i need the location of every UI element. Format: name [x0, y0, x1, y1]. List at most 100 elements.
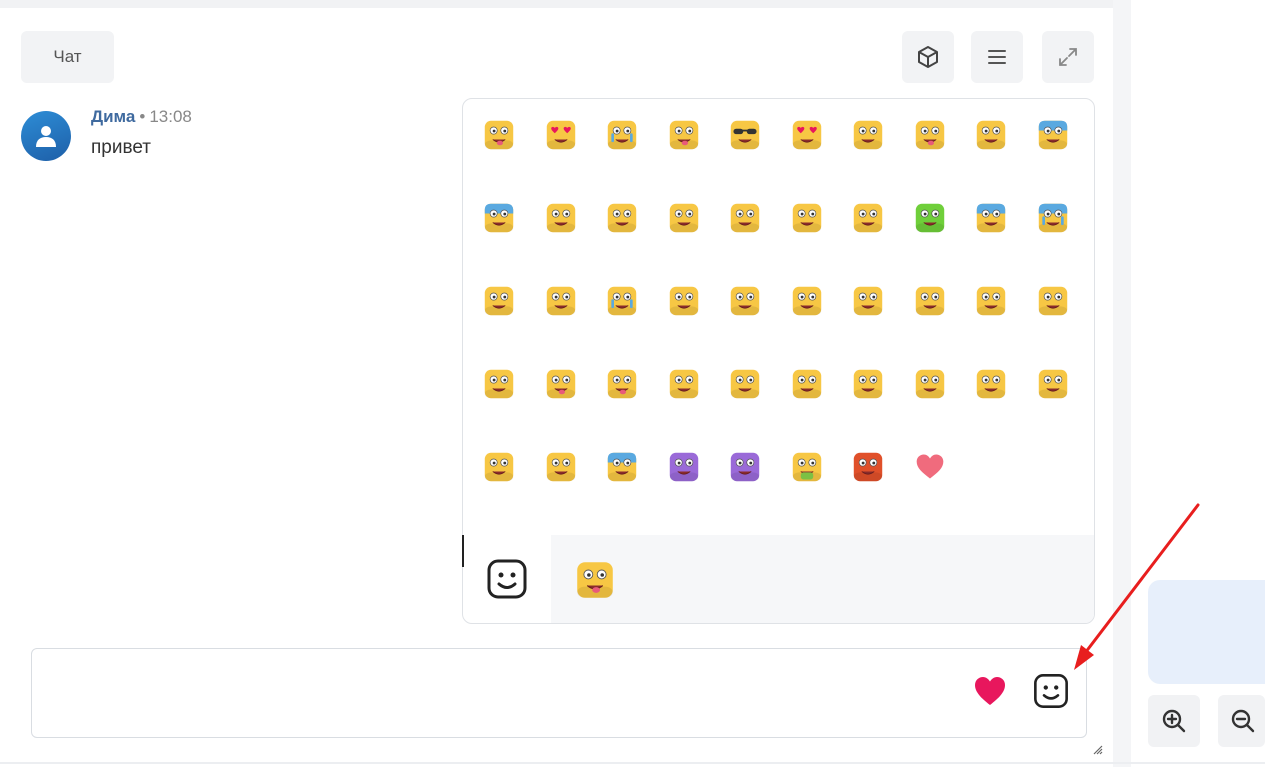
emoji-angry-squint[interactable]	[481, 449, 517, 485]
tears-of-joy-icon	[607, 286, 637, 316]
neutral-dots-icon	[976, 120, 1006, 150]
tongue-face-icon	[915, 120, 945, 150]
bruised-face-icon	[853, 203, 883, 233]
emoji-crying-face[interactable]	[1035, 200, 1071, 236]
emoji-purple-smile[interactable]	[727, 449, 763, 485]
gritted-face-icon	[730, 203, 760, 233]
emoji-sad-face[interactable]	[666, 366, 702, 402]
strained-face-icon	[546, 203, 576, 233]
emoji-heart-eyes-red[interactable]	[789, 117, 825, 153]
emoji-frowning-face[interactable]	[543, 449, 579, 485]
emoji-heart-eyes[interactable]	[543, 117, 579, 153]
zoom-out-button[interactable]	[1218, 695, 1265, 747]
dizzy-face-icon	[669, 203, 699, 233]
message-input[interactable]	[31, 648, 1087, 738]
frowning-face-icon	[546, 452, 576, 482]
emoji-nauseated-face[interactable]	[789, 449, 825, 485]
emoji-expressionless[interactable]	[481, 366, 517, 402]
nauseated-face-icon	[792, 452, 822, 482]
emoji-grinning-teeth[interactable]	[850, 117, 886, 153]
top-border	[0, 0, 1113, 8]
menu-button[interactable]	[971, 31, 1023, 83]
emoji-sleeping-face[interactable]	[1035, 366, 1071, 402]
emoji-dead-tongue[interactable]	[543, 366, 579, 402]
side-card[interactable]	[1148, 580, 1265, 684]
emoji-fearful-face[interactable]	[604, 449, 640, 485]
emoji-content-face[interactable]	[850, 283, 886, 319]
emoji-picker	[462, 98, 1095, 624]
emoji-neutral-dots[interactable]	[973, 117, 1009, 153]
emoji-surprised-face[interactable]	[543, 283, 579, 319]
emoji-blushing-smile[interactable]	[1035, 283, 1071, 319]
emoji-smirking-face[interactable]	[666, 283, 702, 319]
cube-button[interactable]	[902, 31, 954, 83]
emoji-sleepy-smirk[interactable]	[850, 366, 886, 402]
red-angry-icon	[853, 452, 883, 482]
winking-tongue-icon	[669, 120, 699, 150]
resize-grip-icon[interactable]	[1091, 743, 1103, 755]
emoji-kissing-heart[interactable]	[727, 283, 763, 319]
angry-squint-icon	[484, 452, 514, 482]
emoji-silly-face[interactable]	[481, 117, 517, 153]
avatar[interactable]	[21, 111, 71, 161]
content-face-icon	[853, 286, 883, 316]
recent-emoji-bar	[551, 535, 1094, 623]
emoji-grimacing-blue[interactable]	[481, 200, 517, 236]
zoom-in-button[interactable]	[1148, 695, 1200, 747]
expand-button[interactable]	[1042, 31, 1094, 83]
grinning-squint-icon	[915, 286, 945, 316]
winking-face-icon	[484, 286, 514, 316]
message-author[interactable]: Дима	[91, 107, 135, 126]
recent-emoji-icon	[577, 562, 613, 598]
chat-tab[interactable]: Чат	[21, 31, 114, 83]
surprised-face-icon	[546, 286, 576, 316]
crying-face-icon	[1038, 203, 1068, 233]
masked-face-icon	[792, 369, 822, 399]
heart-button[interactable]	[972, 673, 1008, 709]
sunglasses-icon	[730, 120, 760, 150]
sad-face-icon	[669, 369, 699, 399]
emoji-dizzy-face[interactable]	[666, 200, 702, 236]
fearful-face-icon	[607, 452, 637, 482]
emoji-sunglasses[interactable]	[727, 117, 763, 153]
confounded-face-icon	[730, 369, 760, 399]
emoji-bruised-face[interactable]	[850, 200, 886, 236]
bottom-border	[0, 762, 1265, 764]
smiley-category-icon	[487, 559, 527, 599]
shocked-face-icon	[1038, 120, 1068, 150]
emoji-masked-face[interactable]	[789, 366, 825, 402]
recent-emoji[interactable]	[575, 560, 615, 600]
laughing-face-icon	[792, 203, 822, 233]
emoji-amazed-face[interactable]	[973, 283, 1009, 319]
emoji-unamused-face[interactable]	[604, 200, 640, 236]
emoji-disappointed-face[interactable]	[912, 366, 948, 402]
emoji-confounded-face[interactable]	[727, 366, 763, 402]
smirking-face-icon	[669, 286, 699, 316]
emoji-gritted-face[interactable]	[727, 200, 763, 236]
emoji-heart[interactable]	[912, 449, 948, 485]
emoji-meh-face[interactable]	[973, 366, 1009, 402]
emoji-grinning-squint[interactable]	[912, 283, 948, 319]
emoji-category-button[interactable]	[463, 535, 551, 623]
emoji-button[interactable]	[1029, 669, 1073, 713]
chat-tab-label: Чат	[53, 47, 82, 66]
emoji-shocked-face[interactable]	[1035, 117, 1071, 153]
emoji-tears-of-joy[interactable]	[604, 283, 640, 319]
emoji-red-angry[interactable]	[850, 449, 886, 485]
emoji-tearful-face[interactable]	[604, 117, 640, 153]
emoji-strained-face[interactable]	[543, 200, 579, 236]
emoji-winking-tongue[interactable]	[666, 117, 702, 153]
emoji-squinting-tongue[interactable]	[604, 366, 640, 402]
emoji-laughing-face[interactable]	[789, 200, 825, 236]
expressionless-icon	[484, 369, 514, 399]
emoji-relieved-face[interactable]	[789, 283, 825, 319]
emoji-worried-face[interactable]	[973, 200, 1009, 236]
expand-icon	[1059, 48, 1077, 66]
emoji-green-alien[interactable]	[912, 200, 948, 236]
blushing-smile-icon	[1038, 286, 1068, 316]
cube-icon	[918, 46, 938, 68]
emoji-purple-face[interactable]	[666, 449, 702, 485]
emoji-tongue-face[interactable]	[912, 117, 948, 153]
emoji-winking-face[interactable]	[481, 283, 517, 319]
disappointed-face-icon	[915, 369, 945, 399]
